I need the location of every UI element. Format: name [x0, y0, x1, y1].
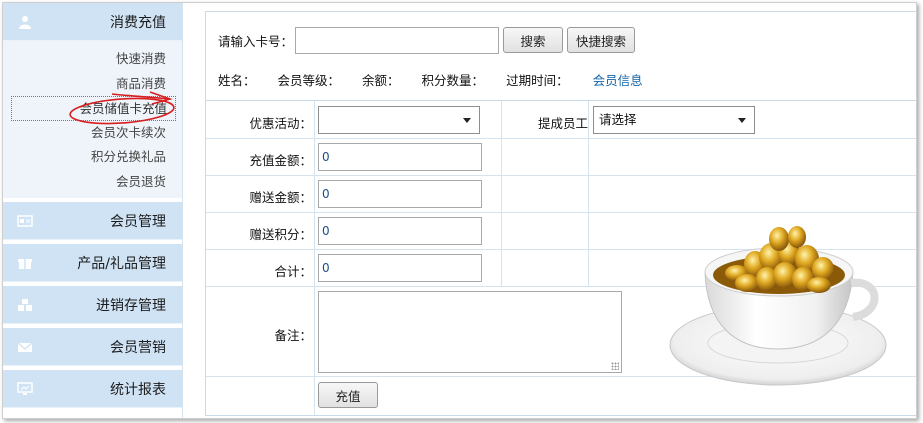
staff-select[interactable]: 请选择: [593, 106, 755, 134]
envelope-icon: [17, 342, 33, 352]
app-window: 消费充值 快速消费 商品消费 会员储值卡充值 会员次卡续次 积分兑换礼品 会员退…: [2, 2, 917, 419]
recharge-button[interactable]: 充值: [318, 382, 378, 408]
gift-points-label: 赠送积分：: [249, 227, 312, 242]
chevron-down-icon: [463, 118, 471, 123]
sidebar-item-points-redeem[interactable]: 积分兑换礼品: [3, 145, 182, 170]
sidebar-section-inventory[interactable]: 进销存管理: [3, 286, 182, 324]
gift-amount-label: 赠送金额：: [249, 190, 312, 205]
quick-search-button[interactable]: 快捷搜索: [567, 27, 636, 53]
remark-label: 备注：: [274, 328, 312, 343]
amount-label: 充值金额：: [249, 153, 312, 168]
sidebar-section-member[interactable]: 会员管理: [3, 202, 182, 240]
promo-label: 优惠活动：: [249, 116, 312, 131]
sidebar-item-stored-card-recharge[interactable]: 会员储值卡充值: [11, 96, 176, 121]
card-number-input[interactable]: [295, 26, 500, 54]
staff-label: 提成员工: [538, 116, 589, 131]
total-label: 合计：: [274, 264, 312, 279]
remark-textarea[interactable]: [318, 291, 622, 373]
sidebar-item-member-return[interactable]: 会员退货: [3, 170, 182, 195]
section-label: 会员营销: [110, 339, 166, 356]
form-row-promo: 优惠活动： 提成员工 请选择: [206, 101, 916, 139]
gift-icon: [18, 259, 32, 269]
monitor-icon: [17, 382, 33, 395]
section-label: 会员管理: [110, 213, 166, 230]
sidebar-item-quick-consume[interactable]: 快速消费: [3, 47, 182, 72]
gift-amount-input[interactable]: 0: [318, 180, 482, 208]
points-label: 积分数量：: [421, 73, 485, 88]
boxes-icon: [18, 299, 32, 311]
recharge-form: 优惠活动： 提成员工 请选择 充值金额： 0 赠送金额： 0 赠送积分： 0 合…: [206, 100, 916, 415]
section-label: 统计报表: [110, 381, 166, 398]
id-card-icon: [17, 215, 33, 227]
sidebar-section-reports[interactable]: 统计报表: [3, 370, 182, 408]
section-label: 进销存管理: [96, 297, 166, 314]
promo-select[interactable]: [318, 106, 480, 134]
member-info-row: 姓名： 会员等级： 余额： 积分数量： 过期时间： 会员信息: [218, 70, 665, 89]
sidebar-section-marketing[interactable]: 会员营销: [3, 328, 182, 366]
form-row-amount: 充值金额： 0: [206, 139, 916, 176]
resize-grip-icon[interactable]: [611, 362, 619, 370]
form-row-gift-amount: 赠送金额： 0: [206, 176, 916, 213]
member-level-label: 会员等级：: [277, 73, 341, 88]
sidebar-item-product-consume[interactable]: 商品消费: [3, 72, 182, 97]
card-search-row: 请输入卡号： 搜索 快捷搜索: [218, 26, 636, 54]
balance-label: 余额：: [362, 73, 400, 88]
amount-input[interactable]: 0: [318, 143, 482, 171]
coin-cup-illustration: [669, 226, 887, 386]
card-number-label: 请输入卡号：: [218, 33, 294, 49]
sidebar-item-times-card-renew[interactable]: 会员次卡续次: [3, 121, 182, 146]
sidebar-section-consume[interactable]: 消费充值: [3, 3, 182, 41]
sidebar-section-product[interactable]: 产品/礼品管理: [3, 244, 182, 282]
section-label: 消费充值: [110, 14, 166, 31]
expiry-label: 过期时间：: [506, 73, 569, 88]
member-info-link[interactable]: 会员信息: [593, 70, 643, 89]
chevron-down-icon: [738, 118, 746, 123]
user-icon: [19, 16, 31, 29]
sidebar-subitems: 快速消费 商品消费 会员储值卡充值 会员次卡续次 积分兑换礼品 会员退货: [3, 41, 182, 198]
section-label: 产品/礼品管理: [77, 255, 166, 272]
search-button[interactable]: 搜索: [503, 27, 564, 53]
sidebar: 消费充值 快速消费 商品消费 会员储值卡充值 会员次卡续次 积分兑换礼品 会员退…: [3, 3, 183, 418]
total-input[interactable]: 0: [318, 254, 482, 282]
gift-points-input[interactable]: 0: [318, 217, 482, 245]
member-name-label: 姓名：: [218, 73, 256, 88]
